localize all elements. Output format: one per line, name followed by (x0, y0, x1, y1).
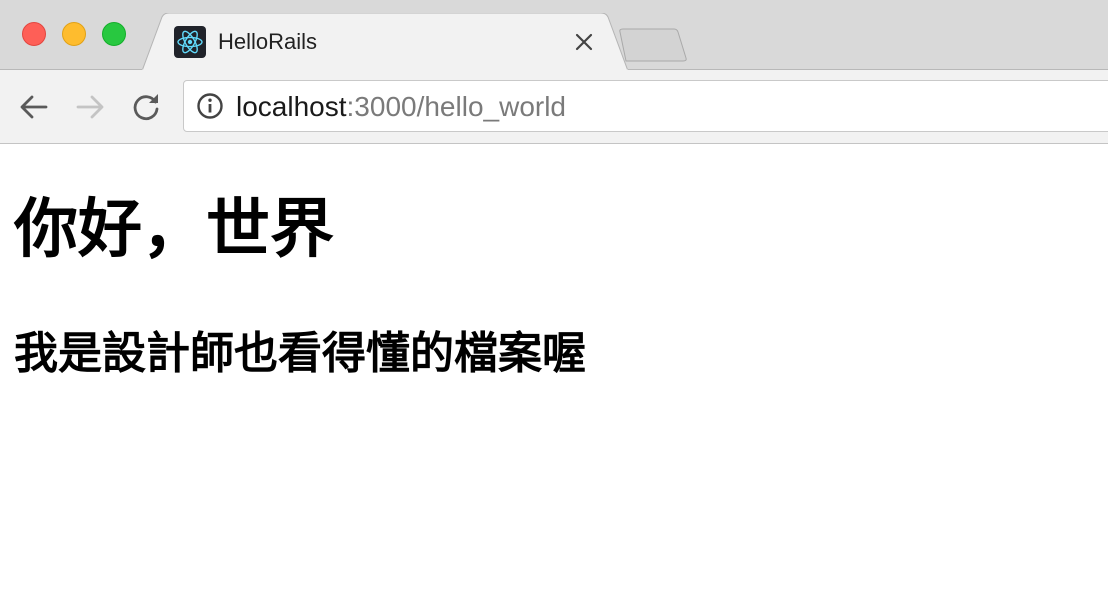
tab-close-icon[interactable] (572, 30, 596, 54)
react-atom-icon (174, 26, 206, 58)
page-content: 你好，世界 我是設計師也看得懂的檔案喔 (0, 144, 1108, 606)
address-bar[interactable]: localhost:3000/hello_world (183, 80, 1108, 132)
tab-shape (142, 13, 628, 71)
page-heading: 你好，世界 (14, 193, 334, 267)
page-subheading: 我是設計師也看得懂的檔案喔 (14, 328, 586, 379)
reload-icon[interactable] (129, 90, 163, 124)
new-tab-button[interactable] (616, 28, 688, 62)
forward-arrow-icon[interactable] (73, 90, 107, 124)
tab-title: HelloRails (218, 29, 318, 54)
info-icon[interactable] (196, 92, 224, 120)
window-close-button[interactable] (22, 22, 46, 46)
browser-toolbar: localhost:3000/hello_world (0, 70, 1108, 144)
browser-window: HelloRails localhost:3000/hello_world 你好… (0, 0, 1108, 606)
window-maximize-button[interactable] (102, 22, 126, 46)
tab-strip: HelloRails (0, 0, 1108, 71)
url-text[interactable]: localhost:3000/hello_world (236, 91, 566, 123)
tab-hellorails[interactable]: HelloRails (142, 13, 628, 71)
window-minimize-button[interactable] (62, 22, 86, 46)
url-path: :3000/hello_world (346, 91, 567, 122)
url-host: localhost (236, 91, 347, 122)
back-arrow-icon[interactable] (17, 90, 51, 124)
